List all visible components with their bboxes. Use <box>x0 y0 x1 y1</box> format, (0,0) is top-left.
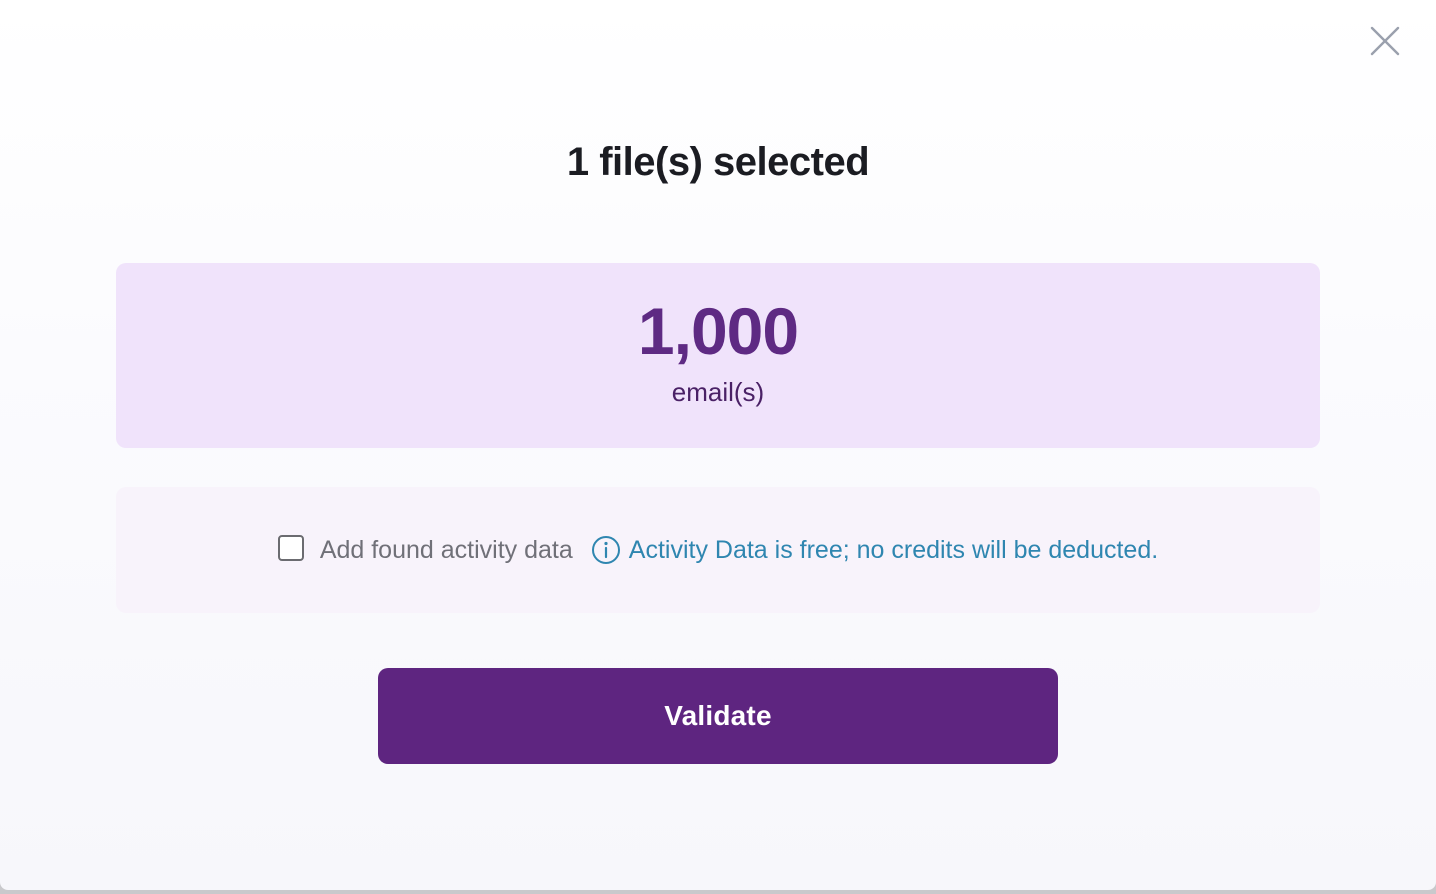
close-icon <box>1370 26 1400 56</box>
add-activity-data-label[interactable]: Add found activity data <box>320 536 573 565</box>
activity-data-row: Add found activity data Activity Data is… <box>116 487 1320 613</box>
validate-button[interactable]: Validate <box>378 668 1058 764</box>
email-count-value: 1,000 <box>637 294 799 368</box>
activity-data-info-text: Activity Data is free; no credits will b… <box>628 535 1159 564</box>
info-icon <box>591 535 621 565</box>
activity-data-card: Add found activity data Activity Data is… <box>116 487 1320 613</box>
email-count-card: 1,000 email(s) <box>116 263 1320 448</box>
file-upload-dialog: 1 file(s) selected 1,000 email(s) Add fo… <box>0 0 1436 890</box>
email-count-unit: email(s) <box>671 377 765 407</box>
add-activity-data-checkbox[interactable] <box>277 535 304 561</box>
dialog-title: 1 file(s) selected <box>566 140 870 184</box>
close-button[interactable] <box>1368 24 1402 58</box>
